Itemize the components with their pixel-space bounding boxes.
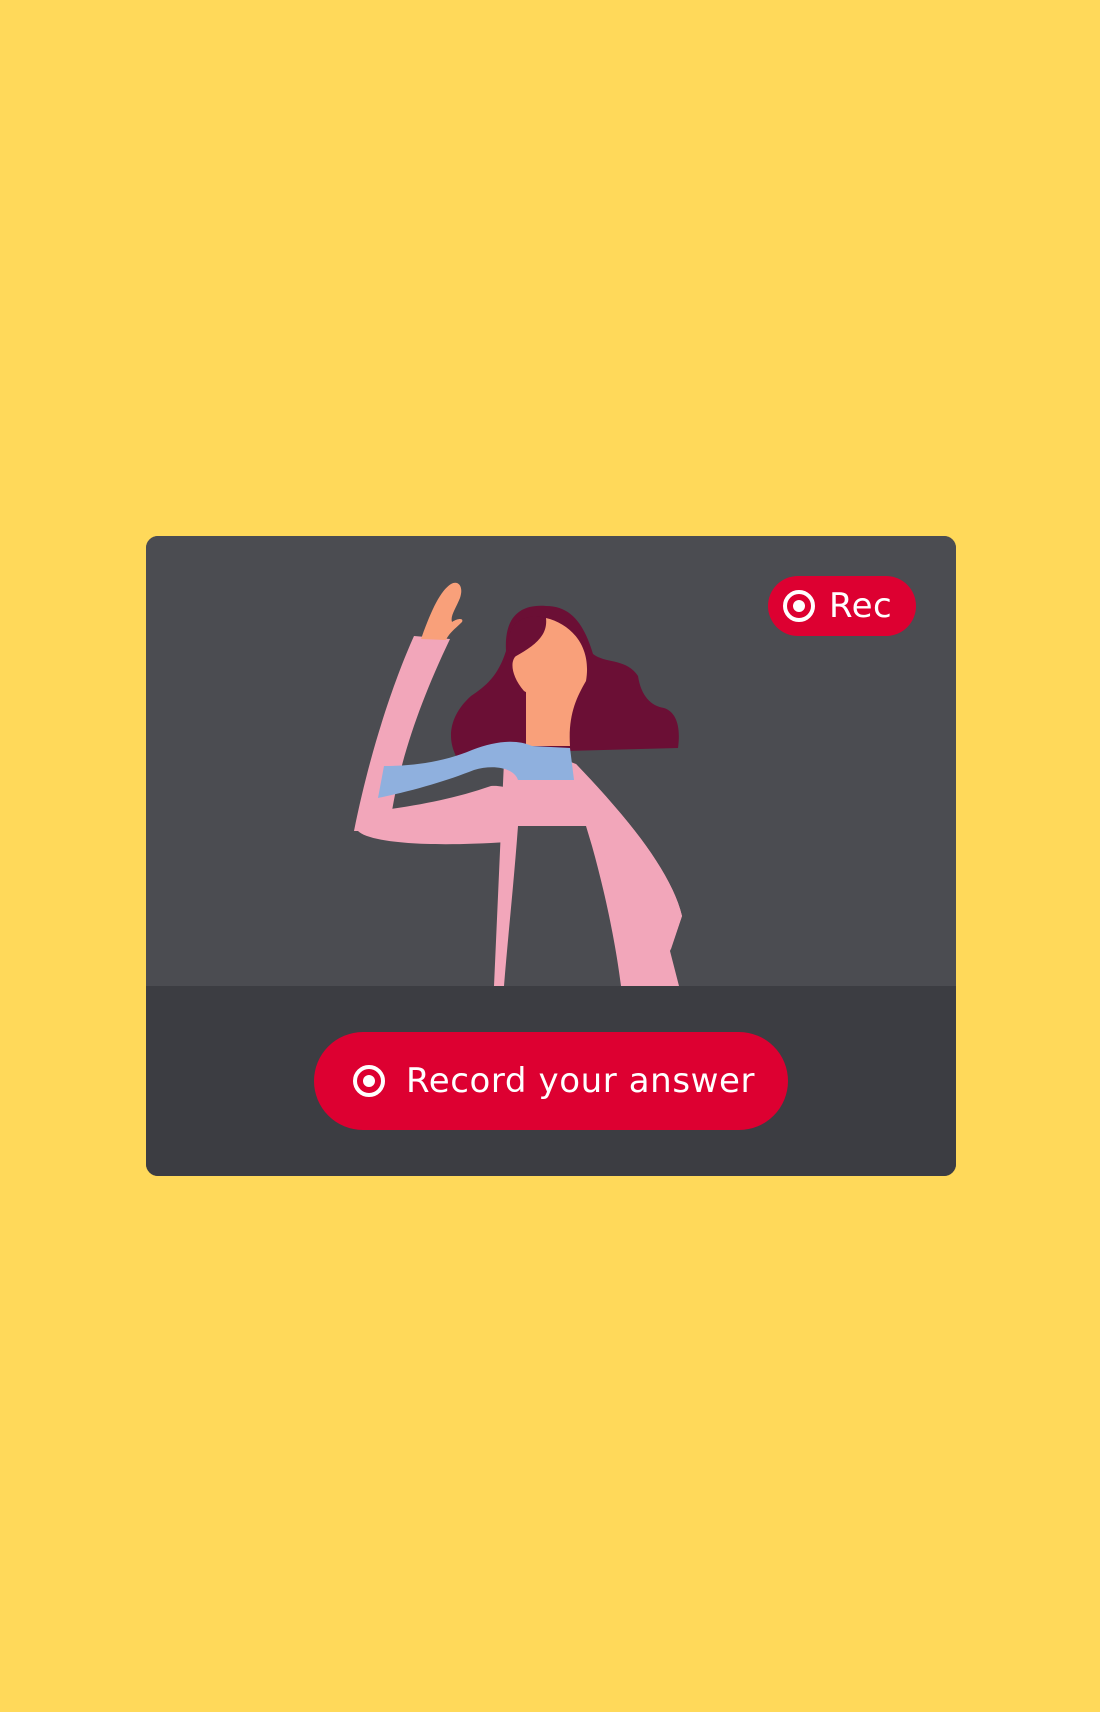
record-icon [783, 590, 815, 622]
record-answer-button[interactable]: Record your answer [314, 1032, 788, 1130]
raised-hand [421, 582, 463, 640]
recorder-controls: Record your answer [146, 986, 956, 1176]
video-recorder-card: Rec Record your answer [146, 536, 956, 1176]
video-preview: Rec [146, 536, 956, 986]
record-answer-label: Record your answer [406, 1061, 756, 1101]
rec-indicator-button[interactable]: Rec [768, 576, 916, 636]
rec-label: Rec [829, 586, 893, 626]
record-icon [353, 1065, 385, 1097]
